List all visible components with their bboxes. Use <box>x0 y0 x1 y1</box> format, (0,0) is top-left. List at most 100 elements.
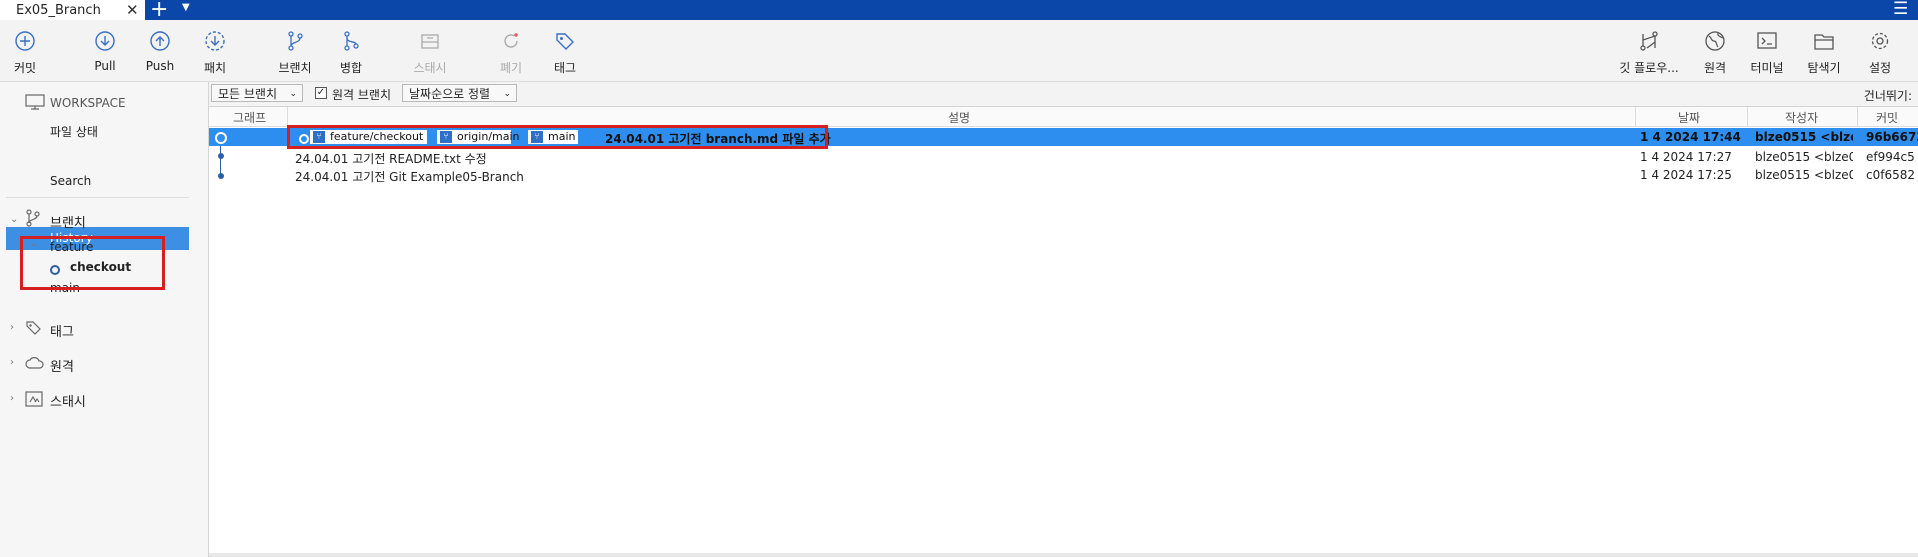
branch-icon <box>26 209 40 227</box>
git-flow-button[interactable]: 깃 플로우... <box>1619 20 1679 81</box>
chevron-right-icon[interactable]: › <box>10 357 14 368</box>
close-icon[interactable]: ✕ <box>126 1 139 19</box>
terminal-label: 터미널 <box>1750 61 1784 75</box>
commit-list-header: 그래프 설명 날짜 작성자 커밋 <box>209 107 1918 127</box>
tag-icon <box>26 321 41 335</box>
pull-label: Pull <box>94 59 116 73</box>
stash-button[interactable]: 스태시 <box>400 20 460 81</box>
column-date[interactable]: 날짜 <box>1678 109 1700 126</box>
sidebar-highlight-box <box>20 236 165 290</box>
commit-author: blze0515 <blze05 <box>1755 150 1853 164</box>
branch-filter-dropdown[interactable]: 모든 브랜치 ⌄ <box>211 84 303 102</box>
toolbar: 커밋 Pull Push 패치 브랜치 병합 스태시 폐기 태그 깃 플로우..… <box>0 20 1918 82</box>
commit-row[interactable]: 24.04.01 고기전 README.txt 수정 1 4 2024 17:2… <box>209 148 1918 166</box>
filter-bar: 모든 브랜치 ⌄ ✓ 원격 브랜치 날짜순으로 정렬 ⌄ 건너뛰기: <box>209 82 1918 107</box>
chevron-right-icon[interactable]: › <box>10 322 14 333</box>
branch-button[interactable]: 브랜치 <box>265 20 325 81</box>
branch-label: 브랜치 <box>278 61 312 75</box>
discard-icon <box>504 33 518 48</box>
column-author[interactable]: 작성자 <box>1785 109 1818 126</box>
settings-button[interactable]: 설정 <box>1850 20 1910 81</box>
remote-globe-icon <box>1705 31 1725 51</box>
commit-message: 24.04.01 고기전 Git Example05-Branch <box>295 170 524 184</box>
column-divider <box>287 107 288 126</box>
commit-date: 1 4 2024 17:27 <box>1640 150 1732 164</box>
pull-icon <box>95 31 115 51</box>
commit-highlight-box <box>287 125 828 149</box>
merge-icon <box>344 31 359 51</box>
graph-node-icon <box>218 153 224 159</box>
chevron-right-icon[interactable]: › <box>10 393 14 404</box>
settings-icon <box>1871 32 1889 50</box>
column-graph[interactable]: 그래프 <box>233 109 266 126</box>
new-tab-button[interactable]: + <box>150 0 168 22</box>
remote-branches-label: 원격 브랜치 <box>332 88 392 102</box>
column-description[interactable]: 설명 <box>948 109 970 126</box>
column-divider <box>1635 107 1636 126</box>
horizontal-scrollbar[interactable] <box>209 553 1918 557</box>
workspace-heading: WORKSPACE <box>50 96 126 110</box>
fetch-label: 패치 <box>203 61 227 75</box>
tag-icon <box>556 33 574 50</box>
repo-tab-title: Ex05_Branch <box>16 2 101 18</box>
chevron-down-icon: ⌄ <box>289 89 297 99</box>
title-bar: Ex05_Branch ✕ + ▼ ☰ <box>0 0 1918 22</box>
sidebar-divider <box>6 197 189 198</box>
sidebar-group-remotes[interactable]: 원격 <box>50 356 74 375</box>
explorer-label: 탐색기 <box>1807 61 1841 75</box>
sidebar-item-file-status[interactable]: 파일 상태 <box>50 123 98 140</box>
monitor-icon <box>25 94 45 110</box>
remote-branches-checkbox[interactable]: ✓ <box>315 87 327 99</box>
chevron-down-icon[interactable]: ⌄ <box>10 214 18 225</box>
commit-hash: c0f6582 <box>1866 168 1915 182</box>
sidebar-group-branches[interactable]: 브랜치 <box>50 212 86 231</box>
commit-date: 1 4 2024 17:44 <box>1640 130 1741 144</box>
terminal-button[interactable]: 터미널 <box>1737 20 1797 81</box>
discard-button[interactable]: 폐기 <box>481 20 541 81</box>
column-commit[interactable]: 커밋 <box>1876 109 1898 126</box>
branch-filter-value: 모든 브랜치 <box>218 87 278 101</box>
hamburger-menu-icon[interactable]: ☰ <box>1893 0 1908 19</box>
commit-author: blze0515 <blze05 <box>1755 168 1853 182</box>
git-flow-icon <box>1640 31 1658 51</box>
discard-label: 폐기 <box>499 61 523 75</box>
tag-label: 태그 <box>553 61 577 75</box>
settings-label: 설정 <box>1868 61 1892 75</box>
stash-icon <box>25 391 43 407</box>
commit-label: 커밋 <box>13 61 37 75</box>
push-button[interactable]: Push <box>130 20 190 81</box>
commit-message: 24.04.01 고기전 README.txt 수정 <box>295 152 487 166</box>
commit-icon <box>15 31 35 51</box>
fetch-icon <box>205 31 225 51</box>
tag-button[interactable]: 태그 <box>535 20 595 81</box>
stash-label: 스태시 <box>413 61 447 75</box>
pull-button[interactable]: Pull <box>75 20 135 81</box>
commit-button[interactable]: 커밋 <box>0 20 55 81</box>
sidebar-group-tags[interactable]: 태그 <box>50 321 74 340</box>
chevron-down-icon[interactable]: ▼ <box>182 2 190 13</box>
sidebar-item-search[interactable]: Search <box>50 174 91 188</box>
sort-dropdown[interactable]: 날짜순으로 정렬 ⌄ <box>402 84 517 102</box>
commit-date: 1 4 2024 17:25 <box>1640 168 1732 182</box>
remote-button[interactable]: 원격 <box>1685 20 1745 81</box>
sidebar-group-stashes[interactable]: 스태시 <box>50 391 86 410</box>
fetch-button[interactable]: 패치 <box>185 20 245 81</box>
push-label: Push <box>145 59 175 73</box>
chevron-down-icon: ⌄ <box>503 89 511 99</box>
graph-node-head-icon <box>215 132 227 144</box>
cloud-icon <box>25 357 44 369</box>
git-flow-label: 깃 플로우... <box>1619 61 1679 75</box>
column-divider <box>1747 107 1748 126</box>
repo-tab[interactable]: Ex05_Branch ✕ <box>0 0 145 20</box>
merge-button[interactable]: 병합 <box>321 20 381 81</box>
commit-author: blze0515 <blze0 <box>1755 130 1853 144</box>
push-icon <box>150 31 170 51</box>
branch-icon <box>288 31 303 51</box>
commit-hash: ef994c5 <box>1866 150 1915 164</box>
column-divider <box>1857 107 1858 126</box>
explorer-button[interactable]: 탐색기 <box>1794 20 1854 81</box>
commit-hash: 96b6673 <box>1866 130 1918 144</box>
stash-icon <box>421 34 439 49</box>
commit-row[interactable]: 24.04.01 고기전 Git Example05-Branch 1 4 20… <box>209 166 1918 184</box>
sidebar: WORKSPACE 파일 상태 History Search ⌄ 브랜치 ⌄ f… <box>0 82 209 557</box>
